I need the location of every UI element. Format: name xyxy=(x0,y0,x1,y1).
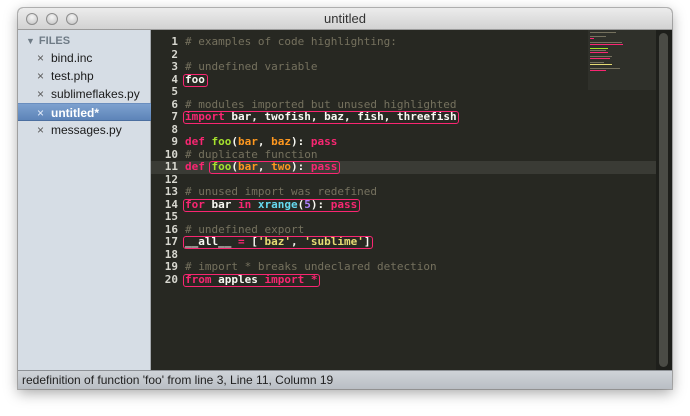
vertical-scrollbar[interactable] xyxy=(656,30,672,370)
status-text: redefinition of function 'foo' from line… xyxy=(22,373,334,387)
close-file-icon[interactable]: × xyxy=(37,85,44,103)
line-number: 17 xyxy=(164,235,178,248)
line-number: 3 xyxy=(171,60,178,73)
code-line[interactable]: 17 __all__ = ['baz', 'sublime'] xyxy=(151,235,656,249)
line-number: 19 xyxy=(164,260,178,273)
close-file-icon[interactable]: × xyxy=(37,104,44,122)
sidebar-file-label: bind.inc xyxy=(51,51,93,65)
close-file-icon[interactable]: × xyxy=(37,67,44,85)
sidebar-file-test-php[interactable]: × test.php xyxy=(18,67,151,85)
line-number: 13 xyxy=(164,185,178,198)
code-line[interactable]: 1 # examples of code highlighting: xyxy=(151,35,656,49)
line-number: 7 xyxy=(171,110,178,123)
code-text: # examples of code highlighting: xyxy=(185,35,397,48)
line-number: 9 xyxy=(171,135,178,148)
code-line[interactable]: 4 foo xyxy=(151,73,656,87)
line-number: 11 xyxy=(164,160,178,173)
code-line[interactable]: 7 import bar, twofish, baz, fish, threefi… xyxy=(151,110,656,124)
code-editor[interactable]: 1 # examples of code highlighting: 2 3 # und… xyxy=(151,30,656,370)
code-line[interactable]: 3 # undefined variable xyxy=(151,60,656,74)
window-title: untitled xyxy=(324,11,366,26)
line-number: 15 xyxy=(164,210,178,223)
sidebar-file-label: untitled* xyxy=(51,106,99,120)
close-file-icon[interactable]: × xyxy=(37,121,44,139)
status-bar: redefinition of function 'foo' from line… xyxy=(18,370,672,389)
lint-error-outline xyxy=(183,236,374,249)
minimap-preview xyxy=(590,32,623,71)
lint-error-outline xyxy=(183,73,208,87)
files-header[interactable]: ▼ FILES xyxy=(26,35,70,47)
sidebar-file-sublimeflakes-py[interactable]: × sublimeflakes.py xyxy=(18,85,151,103)
line-number: 1 xyxy=(171,35,178,48)
lint-error-outline xyxy=(209,161,341,174)
sidebar-file-untitled[interactable]: × untitled* xyxy=(18,103,151,121)
disclosure-triangle-icon[interactable]: ▼ xyxy=(26,36,35,46)
code-line[interactable]: 11 def foo(bar, two): pass xyxy=(151,160,656,174)
sidebar: ▼ FILES × bind.inc × test.php × sublimefl… xyxy=(18,30,151,370)
line-number: 5 xyxy=(171,85,178,98)
sidebar-file-label: test.php xyxy=(51,69,94,83)
lint-error-outline xyxy=(183,198,361,212)
code-line[interactable]: 14 for bar in xrange(5): pass xyxy=(151,198,656,212)
sidebar-file-label: sublimeflakes.py xyxy=(51,87,140,101)
editor-window: untitled ▼ FILES × bind.inc × test.php × … xyxy=(18,8,672,389)
title-bar: untitled xyxy=(18,8,672,30)
files-header-label: FILES xyxy=(38,35,71,47)
minimap[interactable] xyxy=(588,30,656,90)
lint-error-outline xyxy=(183,273,321,287)
sidebar-file-label: messages.py xyxy=(51,123,122,137)
line-number: 20 xyxy=(164,272,178,286)
sidebar-file-messages-py[interactable]: × messages.py xyxy=(18,121,151,139)
lint-error-outline xyxy=(183,111,460,124)
close-file-icon[interactable]: × xyxy=(37,49,44,67)
scrollbar-thumb[interactable] xyxy=(659,33,668,367)
code-line[interactable]: 20 from apples import * xyxy=(151,272,656,287)
sidebar-file-bind-inc[interactable]: × bind.inc xyxy=(18,49,151,67)
